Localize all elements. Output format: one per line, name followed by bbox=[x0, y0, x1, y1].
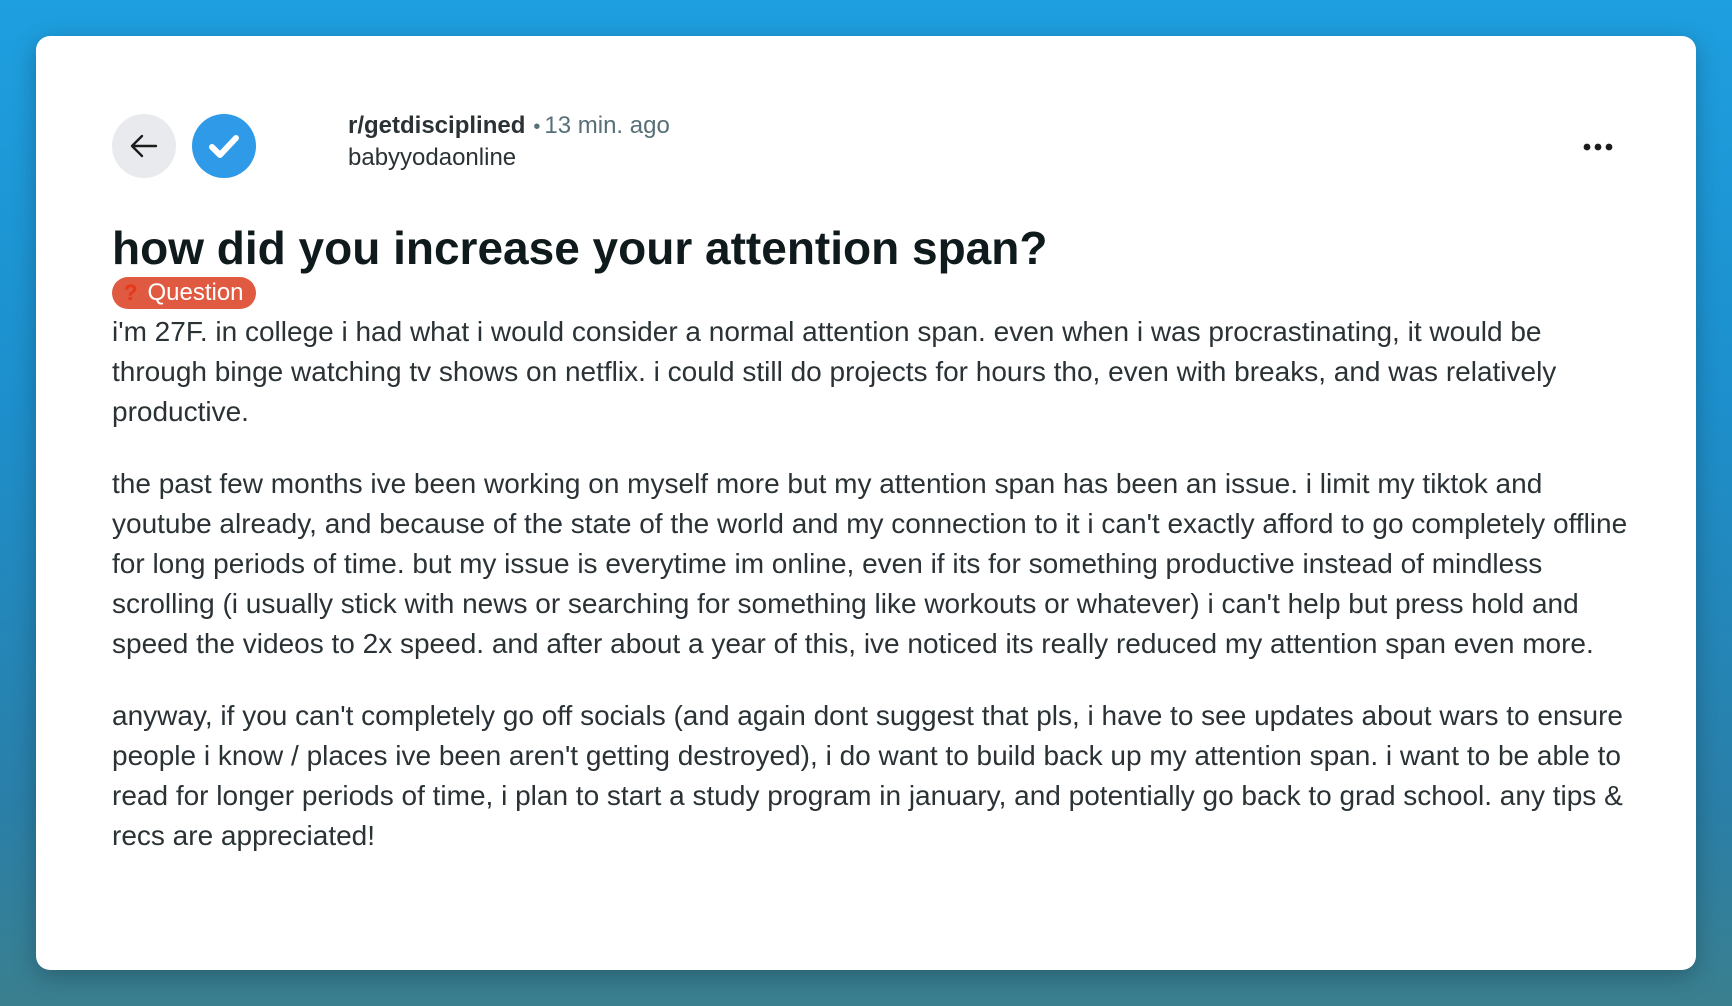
author-link[interactable]: babyyodaonline bbox=[348, 142, 670, 174]
meta-line: r/getdisciplined • 13 min. ago bbox=[348, 111, 670, 142]
meta-separator: • bbox=[533, 116, 541, 138]
subreddit-avatar[interactable] bbox=[192, 114, 256, 178]
post-card: r/getdisciplined • 13 min. ago babyyodaonl… bbox=[36, 36, 1696, 970]
post-paragraph: anyway, if you can't completely go off s… bbox=[112, 700, 1624, 851]
back-arrow-icon bbox=[130, 134, 158, 158]
back-button[interactable] bbox=[112, 114, 176, 178]
post-paragraph: the past few months ive been working on … bbox=[112, 468, 1628, 659]
more-options-icon bbox=[1583, 143, 1613, 151]
post-header: r/getdisciplined • 13 min. ago babyyodaonl… bbox=[112, 111, 1620, 181]
subreddit-link[interactable]: r/getdisciplined bbox=[348, 112, 525, 139]
post-title: how did you increase your attention span… bbox=[112, 222, 1048, 274]
post-meta: r/getdisciplined • 13 min. ago babyyodaonl… bbox=[348, 111, 670, 174]
flair-label: Question bbox=[147, 279, 244, 306]
post-timestamp: 13 min. ago bbox=[544, 112, 670, 139]
post-paragraph: i'm 27F. in college i had what i would c… bbox=[112, 316, 1557, 427]
question-mark-icon: ? bbox=[124, 280, 138, 305]
post-flair[interactable]: ? Question bbox=[112, 277, 256, 309]
more-options-button[interactable] bbox=[1576, 129, 1620, 165]
post-body: i'm 27F. in college i had what i would c… bbox=[112, 312, 1632, 888]
verified-check-icon bbox=[209, 135, 239, 158]
